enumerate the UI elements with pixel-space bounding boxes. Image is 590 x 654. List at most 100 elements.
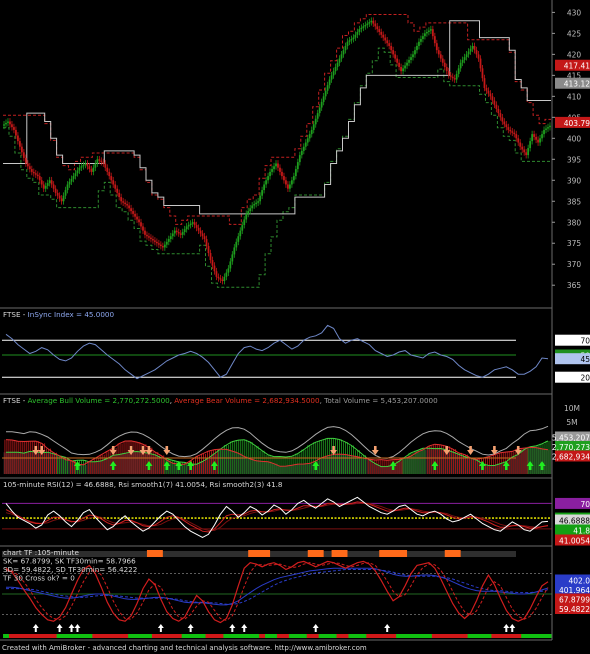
tf-state-bar	[366, 634, 373, 638]
candle-body	[233, 247, 236, 255]
tf-state-bar	[20, 634, 28, 638]
candle-body	[98, 159, 101, 161]
candle-body	[463, 57, 466, 60]
tf-state-bar	[169, 634, 177, 638]
candle-body	[427, 30, 430, 32]
candle-body	[455, 73, 458, 80]
tf-state-bar	[479, 634, 486, 638]
candle-body	[195, 225, 198, 228]
candle-body	[152, 239, 154, 241]
chart-stage: FTSE - InSync Index = 45.0000 FTSE - Ave…	[0, 0, 590, 654]
candle-body	[433, 36, 436, 44]
tf-state-bar	[300, 634, 308, 638]
candle-body	[322, 96, 325, 102]
candle-body	[171, 233, 174, 237]
volume-legend-part-3: Average Bear Volume = 2,682,934.5000	[174, 396, 320, 405]
candle-body	[78, 167, 81, 171]
tf-state-bar	[92, 634, 99, 638]
candle-body	[74, 173, 77, 177]
tf-state-bar	[312, 634, 320, 638]
tf-state-bar	[140, 634, 147, 638]
candle-body	[199, 230, 202, 234]
candle-body	[60, 198, 63, 202]
candle-body	[312, 124, 315, 130]
candle-body	[493, 100, 496, 105]
tf-state-bar	[104, 634, 111, 638]
volume-legend-part-0: FTSE -	[3, 396, 28, 405]
candle-body	[265, 180, 267, 185]
tf-state-bar	[497, 634, 504, 638]
candle-body	[451, 76, 454, 79]
tf-state-bar	[187, 634, 195, 638]
candle-body	[251, 205, 254, 209]
candle-body	[408, 59, 410, 63]
candle-body	[459, 62, 462, 69]
candle-body	[287, 184, 289, 189]
tf-state-bar	[229, 634, 236, 638]
candle-body	[9, 121, 11, 125]
candle-body	[32, 171, 35, 174]
candle-body	[378, 29, 381, 32]
candle-body	[144, 230, 146, 235]
tf-state-bar	[98, 634, 105, 638]
tf-state-bar	[539, 634, 546, 638]
candle-body	[243, 219, 246, 226]
candle-body	[521, 146, 524, 150]
candle-body	[68, 181, 71, 185]
tf-state-bar	[157, 634, 165, 638]
candle-body	[185, 226, 188, 230]
tf-state-bar	[68, 634, 75, 638]
candle-body	[300, 150, 303, 156]
price-tag-2: 403.79	[555, 116, 590, 128]
candle-body	[503, 121, 506, 125]
candle-body	[396, 58, 399, 63]
price-tick-label: 365	[567, 281, 582, 290]
candle-body	[549, 125, 551, 128]
candle-body	[382, 34, 385, 38]
insync-legend-part-0: FTSE -	[3, 310, 28, 319]
candle-body	[473, 45, 476, 51]
tf-state-bar	[467, 634, 475, 638]
candle-body	[42, 184, 45, 189]
candle-body	[318, 107, 321, 114]
tf-state-bar	[288, 634, 296, 638]
candle-body	[429, 29, 432, 31]
tf-state-bar	[491, 634, 498, 638]
tf-state-bar	[259, 634, 266, 638]
insync-value-tag: 45	[555, 353, 590, 365]
candle-body	[245, 213, 248, 220]
candle-body	[481, 68, 484, 79]
price-tag-2-label: 403.79	[564, 119, 590, 128]
candle-body	[392, 50, 395, 55]
price-tick-label: 370	[567, 260, 582, 269]
tf-state-bar	[163, 634, 171, 638]
candle-body	[197, 227, 200, 231]
volume-value-tag-0: 5,453,207	[552, 431, 590, 443]
candle-body	[38, 176, 41, 181]
candle-body	[70, 178, 73, 182]
candle-body	[469, 48, 472, 52]
candle-body	[545, 128, 547, 130]
candle-body	[183, 229, 186, 233]
candle-body	[58, 195, 61, 199]
candle-body	[302, 146, 305, 151]
candle-body	[80, 166, 83, 168]
candle-body	[120, 197, 123, 202]
candle-body	[507, 127, 510, 130]
candle-body	[439, 54, 442, 59]
tf-state-bar	[348, 634, 355, 638]
candle-body	[483, 78, 486, 88]
candle-body	[154, 240, 156, 242]
tf-state-bar	[211, 634, 218, 638]
candle-body	[241, 225, 244, 231]
candle-body	[201, 233, 204, 237]
candle-body	[255, 202, 258, 205]
candle-body	[431, 29, 434, 37]
candle-body	[114, 184, 117, 189]
candle-body	[537, 139, 539, 143]
tf-state-bar	[265, 634, 272, 638]
candle-body	[394, 54, 397, 59]
candle-body	[122, 201, 125, 203]
tf-state-bar	[354, 634, 361, 638]
candle-body	[257, 201, 260, 203]
